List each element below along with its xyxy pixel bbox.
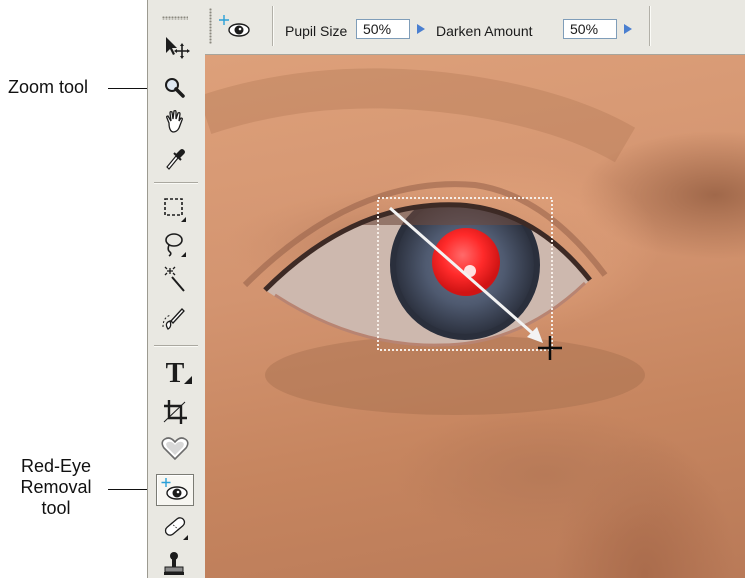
spot-healing-brush-tool-button[interactable] bbox=[156, 511, 194, 543]
pupil-size-field[interactable]: 50% bbox=[356, 19, 410, 39]
redeye-tool-callout-line-2: Removal bbox=[20, 477, 92, 497]
triangle-right-icon bbox=[624, 24, 632, 34]
redeye-tool-callout: Red-Eye Removal tool bbox=[4, 456, 108, 519]
cookie-cutter-tool-button[interactable] bbox=[156, 432, 194, 464]
pupil-size-slider-arrow[interactable] bbox=[411, 19, 431, 39]
zoom-tool-button[interactable] bbox=[156, 72, 194, 104]
zoom-tool-callout-label: Zoom tool bbox=[8, 77, 89, 97]
pupil-size-label: Pupil Size bbox=[285, 23, 348, 39]
quick-selection-tool-icon bbox=[162, 308, 185, 330]
cookie-cutter-tool-icon bbox=[161, 437, 189, 461]
darken-amount-label: Darken Amount bbox=[436, 23, 533, 39]
red-eye-tool-icon bbox=[219, 15, 250, 37]
redeye-tool-callout-line-1: Red-Eye bbox=[20, 456, 92, 476]
type-tool-icon: T bbox=[165, 358, 185, 389]
options-bar-separator bbox=[649, 6, 651, 46]
darken-amount-field[interactable]: 50% bbox=[563, 19, 617, 39]
move-tool-button[interactable] bbox=[156, 31, 194, 63]
spot-healing-brush-tool-icon bbox=[164, 517, 188, 540]
hand-tool-button[interactable] bbox=[156, 106, 194, 138]
options-bar-separator bbox=[272, 6, 274, 46]
red-eye-removal-tool-icon bbox=[161, 478, 188, 500]
toolbox-panel: T bbox=[147, 0, 206, 578]
options-bar-grip[interactable] bbox=[209, 8, 212, 44]
toolbox-separator bbox=[154, 345, 198, 347]
tool-preset-picker[interactable] bbox=[215, 12, 259, 42]
clone-stamp-tool-icon bbox=[164, 552, 184, 575]
zoom-tool-callout: Zoom tool bbox=[8, 77, 108, 98]
zoom-tool-leader-line bbox=[108, 88, 152, 89]
marquee-tool-button[interactable] bbox=[156, 193, 194, 225]
triangle-right-icon bbox=[417, 24, 425, 34]
magic-wand-tool-button[interactable] bbox=[156, 264, 194, 296]
eyedropper-tool-button[interactable] bbox=[156, 141, 194, 173]
lasso-tool-button[interactable] bbox=[156, 228, 194, 260]
type-tool-button[interactable]: T bbox=[156, 358, 194, 390]
image-canvas[interactable] bbox=[205, 55, 745, 578]
pupil-size-value: 50% bbox=[363, 21, 392, 37]
move-tool-icon bbox=[166, 37, 190, 59]
eyedropper-tool-icon bbox=[166, 149, 185, 170]
quick-selection-tool-button[interactable] bbox=[156, 303, 194, 335]
zoom-tool-icon bbox=[165, 78, 185, 98]
toolbox-separator bbox=[154, 182, 198, 184]
clone-stamp-tool-button[interactable] bbox=[156, 548, 194, 580]
toolbox-grip[interactable] bbox=[162, 16, 188, 20]
red-eye-removal-tool-button[interactable] bbox=[156, 474, 194, 506]
darken-amount-value: 50% bbox=[570, 21, 599, 37]
photo-eye-closeup bbox=[205, 68, 645, 415]
lasso-tool-icon bbox=[165, 233, 186, 257]
crop-tool-button[interactable] bbox=[156, 396, 194, 428]
darken-amount-slider-arrow[interactable] bbox=[618, 19, 638, 39]
magic-wand-tool-icon bbox=[164, 266, 185, 292]
marquee-tool-icon bbox=[164, 198, 186, 222]
redeye-tool-callout-line-3: tool bbox=[41, 498, 71, 518]
type-tool-flyout-icon bbox=[184, 376, 192, 384]
options-bar: Pupil Size 50% Darken Amount 50% bbox=[205, 0, 745, 55]
crop-tool-icon bbox=[163, 400, 187, 424]
hand-tool-icon bbox=[166, 110, 183, 133]
